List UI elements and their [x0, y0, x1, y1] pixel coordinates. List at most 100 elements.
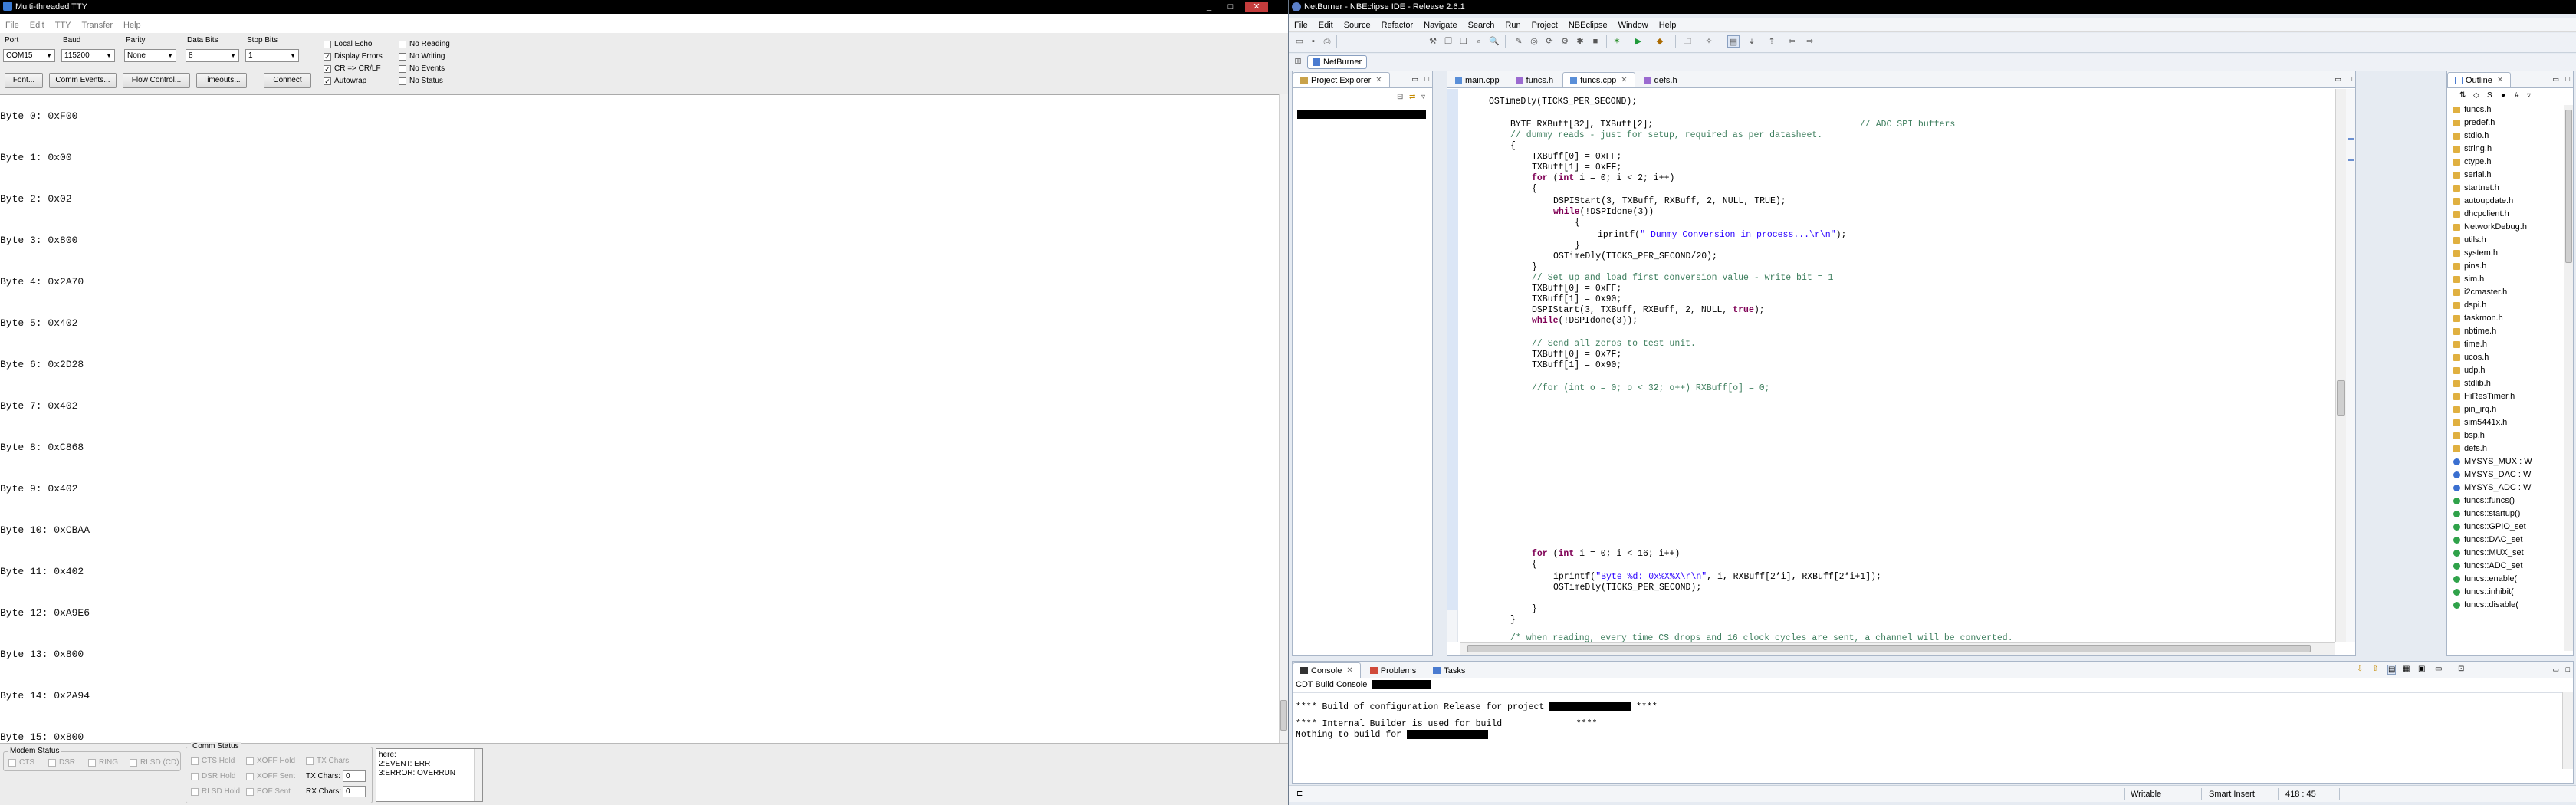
outline-item[interactable]: ctype.h [2453, 157, 2491, 166]
save-icon[interactable]: ▪ [1307, 35, 1319, 48]
display-errors-checkbox[interactable]: ✓ Display Errors [324, 52, 383, 61]
outline-item[interactable]: predef.h [2453, 118, 2495, 127]
view-menu-icon[interactable]: ▿ [2527, 91, 2531, 100]
baud-select[interactable]: 115200 ▼ [61, 49, 115, 62]
outline-item[interactable]: funcs::inhibit( [2453, 587, 2514, 596]
target-icon[interactable]: ◎ [1528, 35, 1540, 48]
outline-item[interactable]: defs.h [2453, 444, 2487, 453]
outline-item[interactable]: stdlib.h [2453, 379, 2491, 388]
find-icon[interactable]: ⌕ [1473, 35, 1485, 48]
tab-funcs-h[interactable]: funcs.h [1509, 72, 1561, 87]
outline-item[interactable]: nbtime.h [2453, 327, 2496, 336]
menu-transfer[interactable]: Transfer [76, 18, 118, 32]
stop-icon[interactable]: ■ [1589, 35, 1602, 48]
overview-marker[interactable] [2348, 138, 2354, 140]
maximize-view-icon[interactable]: □ [2566, 75, 2570, 83]
tab-defs-h[interactable]: defs.h [1637, 72, 1685, 87]
open-type-icon[interactable]: ✧ [1703, 35, 1715, 48]
databits-select[interactable]: 8 ▼ [186, 49, 239, 62]
flow-control-button[interactable]: Flow Control... [123, 73, 190, 88]
tab-outline[interactable]: Outline ✕ [2447, 72, 2512, 88]
external-tools-icon[interactable]: ◆ [1654, 35, 1666, 48]
outline-item[interactable]: bsp.h [2453, 431, 2485, 440]
prev-annotation-icon[interactable]: ⇡ [1766, 35, 1778, 48]
hide-fields-icon[interactable]: ◇ [2473, 91, 2479, 100]
minimize-view-icon[interactable]: ▭ [2552, 75, 2559, 84]
open-console-icon[interactable]: ⊡ [2458, 665, 2464, 673]
close-icon[interactable]: ✕ [1346, 663, 1352, 678]
stopbits-select[interactable]: 1 ▼ [245, 49, 299, 62]
scrollbar-thumb[interactable] [2337, 380, 2345, 416]
outline-scrollbar[interactable] [2564, 105, 2573, 651]
minimize-view-icon[interactable]: ▭ [2552, 665, 2559, 674]
outline-item[interactable]: funcs::enable( [2453, 574, 2517, 583]
menu-navigate[interactable]: Navigate [1418, 18, 1462, 32]
build-icon[interactable]: ⚒ [1427, 35, 1439, 48]
sort-icon[interactable]: ⇅ [2459, 91, 2466, 100]
no-reading-checkbox[interactable]: No Reading [399, 40, 450, 48]
close-icon[interactable]: ✕ [1375, 73, 1382, 88]
run-icon[interactable]: ▶ [1632, 35, 1644, 48]
outline-item[interactable]: funcs.h [2453, 105, 2491, 114]
sync-icon[interactable]: ⟳ [1543, 35, 1556, 48]
pin-console-icon[interactable]: ▣ [2418, 665, 2425, 673]
tab-project-explorer[interactable]: Project Explorer ✕ [1293, 72, 1390, 87]
menu-help[interactable]: Help [118, 18, 146, 32]
paste-icon[interactable]: ❏ [1457, 35, 1470, 48]
parity-select[interactable]: None ▼ [124, 49, 176, 62]
scroll-lock-icon[interactable]: ▤ [2387, 665, 2397, 675]
autowrap-checkbox[interactable]: ✓ Autowrap [324, 77, 366, 85]
toggle-mark-icon[interactable]: ▤ [1727, 35, 1740, 48]
outline-item[interactable]: funcs::startup() [2453, 509, 2520, 518]
menu-edit[interactable]: Edit [25, 18, 50, 32]
new-icon[interactable]: ▭ [1293, 35, 1306, 48]
close-icon[interactable]: ✕ [1621, 73, 1627, 88]
no-status-checkbox[interactable]: No Status [399, 77, 443, 85]
terminal-output[interactable]: Byte 0: 0xF00 Byte 1: 0x00 Byte 2: 0x02 … [0, 94, 1279, 743]
maximize-button[interactable]: □ [1224, 2, 1237, 12]
close-icon[interactable]: ✕ [2497, 73, 2503, 88]
maximize-view-icon[interactable]: □ [2566, 665, 2570, 673]
menu-file[interactable]: File [1289, 18, 1313, 32]
outline-item[interactable]: funcs::disable( [2453, 600, 2518, 610]
editor-vscroll[interactable] [2335, 89, 2346, 642]
hide-static-icon[interactable]: S [2487, 91, 2492, 100]
scrollbar-thumb[interactable] [2565, 110, 2572, 263]
outline-item[interactable]: MYSYS_DAC : W [2453, 470, 2531, 479]
outline-item[interactable]: HiResTimer.h [2453, 392, 2515, 401]
wrench-icon[interactable]: ✎ [1513, 35, 1525, 48]
remove-launch-icon[interactable]: ⇧ [2372, 665, 2378, 673]
outline-item[interactable]: ucos.h [2453, 353, 2489, 362]
open-perspective-icon[interactable]: ⊞ [1292, 55, 1304, 67]
open-folder-icon[interactable]: 🗀 [1681, 35, 1694, 48]
no-writing-checkbox[interactable]: No Writing [399, 52, 445, 61]
event-log-scrollbar[interactable] [474, 749, 482, 801]
close-button[interactable]: ✕ [1245, 2, 1268, 12]
outline-item[interactable]: MYSYS_MUX : W [2453, 457, 2532, 466]
fast-view-icon[interactable]: ⊏ [1296, 786, 1303, 803]
connect-button[interactable]: Connect [264, 73, 311, 88]
outline-item[interactable]: dspi.h [2453, 301, 2486, 310]
search-icon[interactable]: 🔍 [1488, 35, 1500, 48]
view-menu-icon[interactable]: ▿ [1421, 93, 1425, 101]
code-area[interactable]: OSTimeDly(TICKS_PER_SECOND); BYTE RXBuff… [1460, 89, 2334, 642]
forward-icon[interactable]: ⇨ [1804, 35, 1816, 48]
cr-crlf-checkbox[interactable]: ✓ CR => CR/LF [324, 64, 381, 73]
outline-item[interactable]: funcs::ADC_set [2453, 561, 2522, 570]
font-button[interactable]: Font... [5, 73, 43, 88]
scrollbar-thumb[interactable] [1467, 645, 2311, 652]
link-editor-icon[interactable]: ⇄ [1409, 93, 1415, 101]
outline-item[interactable]: autoupdate.h [2453, 196, 2513, 205]
back-icon[interactable]: ⇦ [1786, 35, 1798, 48]
menu-run[interactable]: Run [1500, 18, 1526, 32]
outline-item[interactable]: taskmon.h [2453, 314, 2503, 323]
tab-tasks[interactable]: Tasks [1425, 662, 1473, 678]
local-echo-checkbox[interactable]: Local Echo [324, 40, 372, 48]
timeouts-button[interactable]: Timeouts... [196, 73, 247, 88]
tab-problems[interactable]: Problems [1362, 662, 1424, 678]
terminal-scrollbar[interactable] [1279, 94, 1288, 743]
debug-icon[interactable]: ✱ [1574, 35, 1586, 48]
outline-item[interactable]: funcs::DAC_set [2453, 535, 2522, 544]
outline-item[interactable]: stdio.h [2453, 131, 2489, 140]
outline-item[interactable]: system.h [2453, 248, 2498, 258]
